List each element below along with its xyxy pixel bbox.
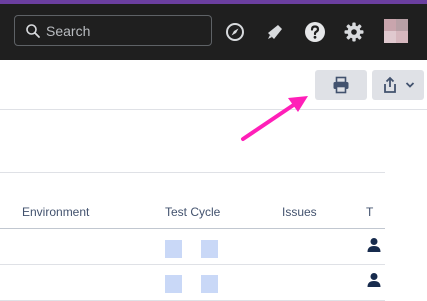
column-environment[interactable]: Environment: [22, 205, 89, 219]
chevron-down-icon: [405, 82, 415, 88]
column-issues[interactable]: Issues: [282, 205, 317, 219]
printer-icon: [333, 76, 349, 94]
search-input[interactable]: Search: [14, 15, 212, 46]
top-navigation-bar: Search: [0, 4, 427, 60]
help-icon[interactable]: [304, 21, 326, 43]
section-divider: [0, 172, 385, 173]
share-icon: [384, 76, 396, 93]
table-row[interactable]: [0, 230, 385, 265]
test-cycle-cell-blurred: [201, 240, 218, 258]
search-placeholder: Search: [46, 23, 91, 39]
megaphone-icon[interactable]: [264, 21, 286, 43]
test-cycle-cell-blurred: [201, 275, 218, 293]
person-icon[interactable]: [366, 237, 382, 253]
test-cycle-cell-blurred: [165, 275, 182, 293]
share-menu-button[interactable]: [372, 70, 424, 100]
table-header: Environment Test Cycle Issues T: [0, 195, 385, 229]
search-icon: [25, 23, 41, 39]
person-icon[interactable]: [366, 272, 382, 288]
column-test-cycle[interactable]: Test Cycle: [165, 205, 220, 219]
settings-icon[interactable]: [343, 21, 365, 43]
table-row[interactable]: [0, 266, 385, 301]
print-button[interactable]: [315, 70, 367, 100]
column-t[interactable]: T: [366, 205, 373, 219]
test-cycle-cell-blurred: [165, 240, 182, 258]
compass-icon[interactable]: [224, 21, 246, 43]
annotation-arrow: [241, 96, 308, 141]
avatar[interactable]: [384, 19, 408, 43]
